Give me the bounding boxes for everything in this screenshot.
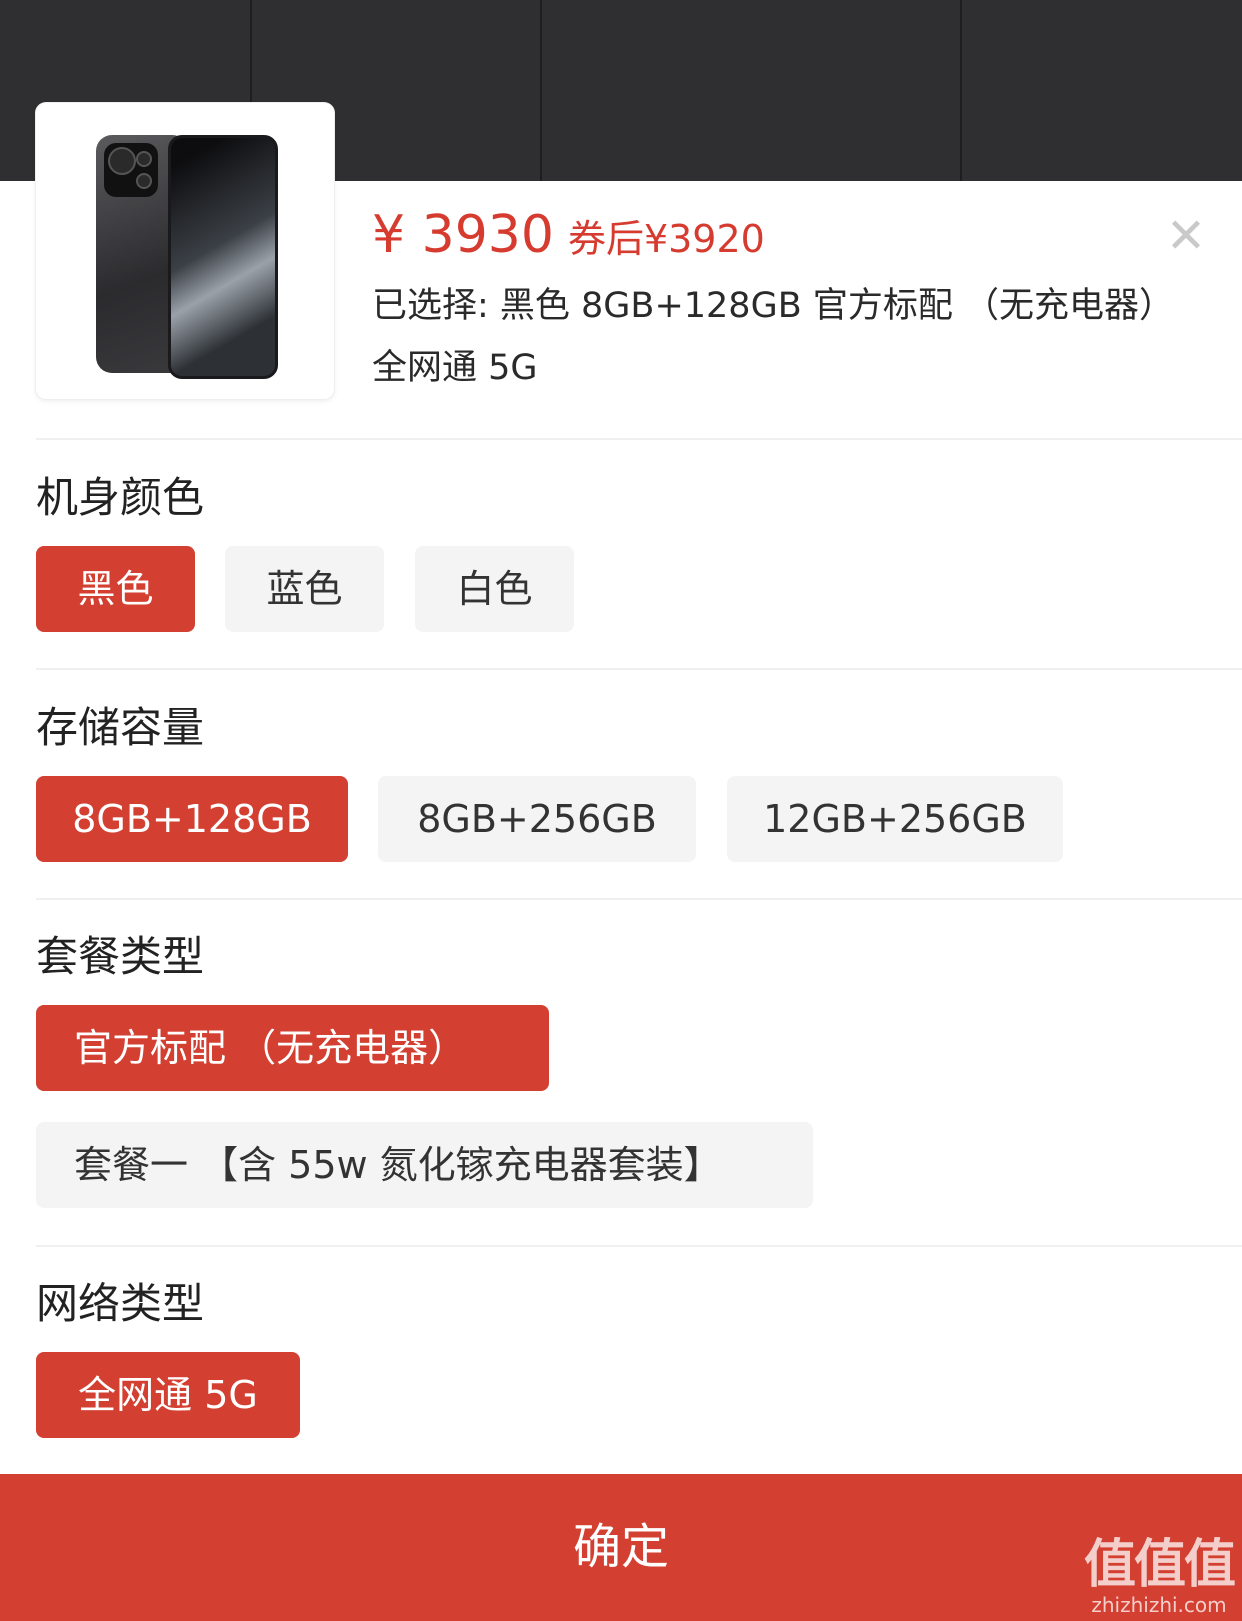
option-storage-8-256[interactable]: 8GB+256GB: [378, 776, 696, 862]
option-color-blue[interactable]: 蓝色: [225, 546, 384, 632]
option-network-5g[interactable]: 全网通 5G: [36, 1352, 300, 1438]
option-color-black[interactable]: 黑色: [36, 546, 195, 632]
divider: [36, 438, 1242, 440]
watermark: 值值值 zhizhizhi.com: [1083, 1535, 1236, 1617]
section-title-storage: 存储容量: [36, 703, 205, 752]
product-thumbnail: [36, 103, 334, 399]
option-color-white[interactable]: 白色: [415, 546, 574, 632]
price: ¥ 3930: [372, 205, 554, 265]
coupon-price: 券后¥3920: [567, 217, 765, 261]
confirm-button[interactable]: 确定: [0, 1474, 1242, 1621]
divider: [36, 898, 1242, 900]
section-title-network: 网络类型: [36, 1279, 205, 1328]
price-row: ¥ 3930 券后¥3920: [372, 205, 765, 265]
selected-summary: 已选择: 黑色 8GB+128GB 官方标配 （无充电器） 全网通 5G: [372, 286, 1174, 388]
phone-screen-image: [168, 135, 278, 379]
divider: [36, 668, 1242, 670]
option-storage-12-256[interactable]: 12GB+256GB: [727, 776, 1063, 862]
watermark-logo: 值值值: [1083, 1535, 1236, 1595]
watermark-site: zhizhizhi.com: [1091, 1593, 1227, 1617]
divider: [36, 1245, 1242, 1247]
close-icon[interactable]: ✕: [1162, 212, 1210, 260]
section-title-package: 套餐类型: [36, 932, 205, 981]
camera-module-icon: [104, 143, 158, 197]
option-package-standard[interactable]: 官方标配 （无充电器）: [36, 1005, 549, 1091]
option-package-charger-bundle[interactable]: 套餐一 【含 55w 氮化镓充电器套装】: [36, 1122, 813, 1208]
section-title-color: 机身颜色: [36, 473, 205, 522]
option-storage-8-128[interactable]: 8GB+128GB: [36, 776, 348, 862]
